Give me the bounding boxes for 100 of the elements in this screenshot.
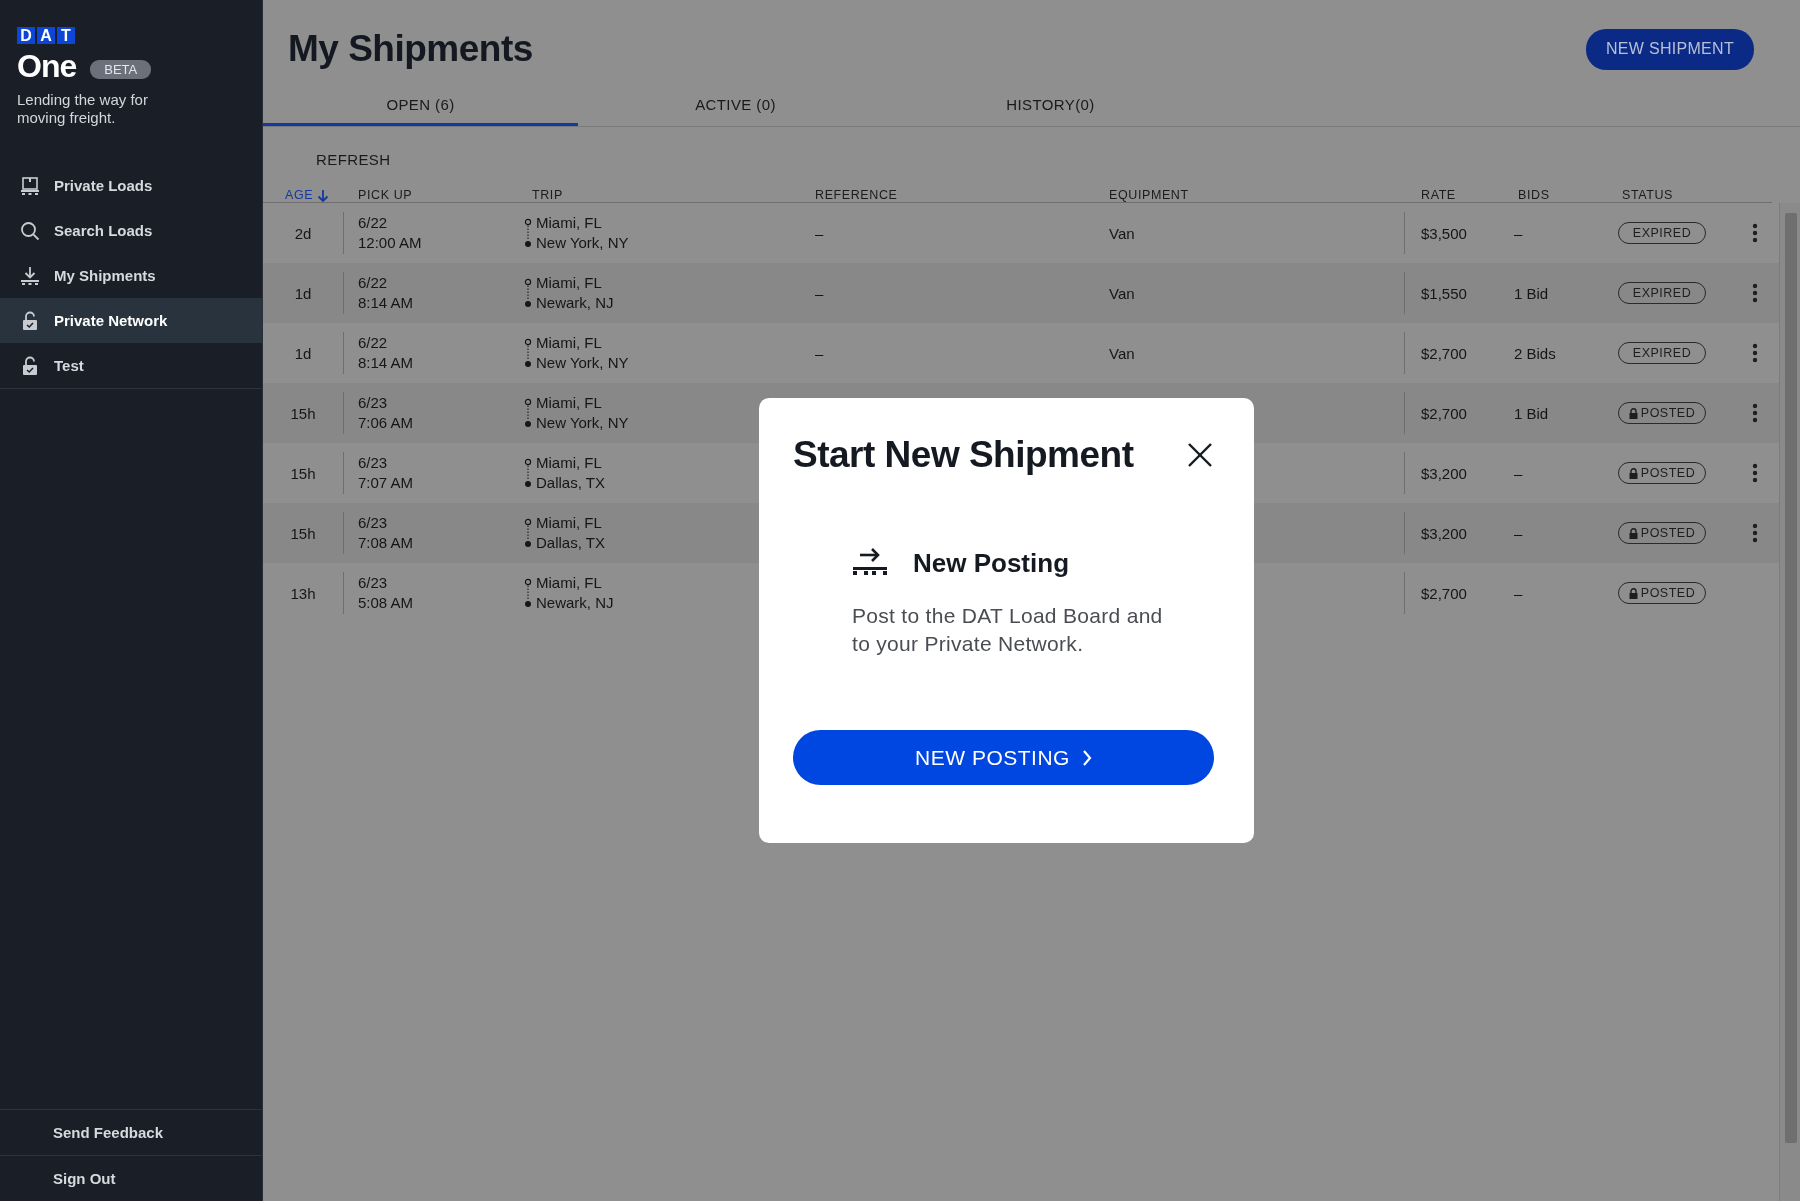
sidebar-item[interactable]: Private Network <box>0 298 262 343</box>
logo-letter: A <box>37 27 55 44</box>
sidebar-item[interactable]: Search Loads <box>0 208 262 253</box>
column-header[interactable]: TRIP <box>518 188 803 202</box>
age-cell: 1d <box>294 344 312 362</box>
new-shipment-button[interactable]: NEW SHIPMENT <box>1585 28 1754 70</box>
tab[interactable]: ACTIVE (0) <box>578 82 893 126</box>
scrollbar[interactable] <box>1779 203 1800 1201</box>
column-header[interactable]: EQUIPMENT <box>1098 188 1404 202</box>
new-posting-button[interactable]: NEW POSTING <box>793 730 1214 785</box>
equipment-cell: Van <box>1109 224 1135 242</box>
lock-icon <box>20 310 40 331</box>
sort-arrow-icon <box>317 188 330 202</box>
destination-text: Newark, NJ <box>536 293 614 313</box>
pickup-cell: 6/23 7:06 AM <box>343 392 518 434</box>
option-description: Post to the DAT Load Board and to your Private Network. <box>852 603 1164 657</box>
pickup-cell: 6/23 7:07 AM <box>343 452 518 494</box>
sidebar-link[interactable]: Send Feedback <box>0 1109 262 1155</box>
origin-text: Miami, FL <box>536 213 603 233</box>
refresh-button[interactable]: REFRESH <box>316 147 391 172</box>
pickup-cell: 6/22 8:14 AM <box>343 332 518 374</box>
column-header[interactable]: AGE <box>263 188 343 202</box>
equipment-cell: Van <box>1109 344 1135 362</box>
search-icon <box>20 220 40 241</box>
route-icon <box>524 336 532 370</box>
rate-cell: $1,550 <box>1421 284 1467 302</box>
age-cell: 1d <box>294 284 312 302</box>
sidebar-item[interactable]: My Shipments <box>0 253 262 298</box>
pickup-cell: 6/23 7:08 AM <box>343 512 518 554</box>
route-icon <box>524 456 532 490</box>
column-header[interactable]: STATUS <box>1618 188 1738 202</box>
origin-text: Miami, FL <box>536 273 603 293</box>
lock-icon <box>1628 407 1638 419</box>
chevron-right-icon <box>1081 748 1092 767</box>
rate-cell: $3,500 <box>1421 224 1467 242</box>
sidebar-link[interactable]: Sign Out <box>0 1155 262 1201</box>
tagline: Lending the way for moving freight. <box>17 91 149 127</box>
destination-text: New York, NY <box>536 353 629 373</box>
route-icon <box>524 576 532 610</box>
logo-letter: T <box>57 27 75 44</box>
pallet-box-icon <box>20 175 40 196</box>
destination-text: New York, NY <box>536 413 629 433</box>
tab[interactable]: OPEN (6) <box>263 82 578 126</box>
column-header[interactable]: PICK UP <box>343 188 518 202</box>
page-title: My Shipments <box>288 28 533 70</box>
lock-icon <box>20 355 40 376</box>
origin-text: Miami, FL <box>536 393 603 413</box>
pickup-cell: 6/23 5:08 AM <box>343 572 518 614</box>
lock-icon <box>1628 467 1638 479</box>
more-icon[interactable] <box>1752 283 1758 303</box>
route-icon <box>524 276 532 310</box>
origin-text: Miami, FL <box>536 333 603 353</box>
bids-cell: 1 Bid <box>1514 284 1549 302</box>
bids-cell: – <box>1514 224 1523 242</box>
age-cell: 13h <box>290 584 316 602</box>
route-icon <box>524 516 532 550</box>
pickup-cell: 6/22 12:00 AM <box>343 212 518 254</box>
more-icon[interactable] <box>1752 403 1758 423</box>
more-icon[interactable] <box>1752 463 1758 483</box>
reference-cell: – <box>815 344 824 362</box>
origin-text: Miami, FL <box>536 453 603 473</box>
reference-cell: – <box>815 284 824 302</box>
column-header[interactable]: REFERENCE <box>803 188 1098 202</box>
sidebar-item[interactable]: Test <box>0 343 262 388</box>
close-icon[interactable] <box>1186 441 1214 469</box>
more-icon[interactable] <box>1752 523 1758 543</box>
destination-text: Newark, NJ <box>536 593 614 613</box>
reference-cell: – <box>815 224 824 242</box>
lock-icon <box>1628 527 1638 539</box>
bids-cell: 1 Bid <box>1514 404 1549 422</box>
bids-cell: – <box>1514 524 1523 542</box>
column-header[interactable]: BIDS <box>1514 188 1618 202</box>
logo-letter: D <box>17 27 35 44</box>
sidebar-item[interactable]: Private Loads <box>0 163 262 208</box>
equipment-cell: Van <box>1109 284 1135 302</box>
age-cell: 2d <box>294 224 312 242</box>
bids-cell: – <box>1514 584 1523 602</box>
age-cell: 15h <box>290 524 316 542</box>
rate-cell: $2,700 <box>1421 584 1467 602</box>
rate-cell: $3,200 <box>1421 524 1467 542</box>
more-icon[interactable] <box>1752 343 1758 363</box>
column-header[interactable]: RATE <box>1404 188 1514 202</box>
dialog-title: Start New Shipment <box>793 434 1134 476</box>
bids-cell: 2 Bids <box>1514 344 1556 362</box>
more-icon[interactable] <box>1752 223 1758 243</box>
destination-text: New York, NY <box>536 233 629 253</box>
rate-cell: $3,200 <box>1421 464 1467 482</box>
age-cell: 15h <box>290 464 316 482</box>
tab[interactable]: HISTORY(0) <box>893 82 1208 126</box>
destination-text: Dallas, TX <box>536 473 605 493</box>
route-icon <box>524 216 532 250</box>
lock-icon <box>1628 587 1638 599</box>
pickup-cell: 6/22 8:14 AM <box>343 272 518 314</box>
product-name: One <box>17 48 77 85</box>
route-icon <box>524 396 532 430</box>
rate-cell: $2,700 <box>1421 404 1467 422</box>
origin-text: Miami, FL <box>536 513 603 533</box>
age-cell: 15h <box>290 404 316 422</box>
option-title: New Posting <box>913 547 1069 579</box>
download-icon <box>20 265 40 286</box>
